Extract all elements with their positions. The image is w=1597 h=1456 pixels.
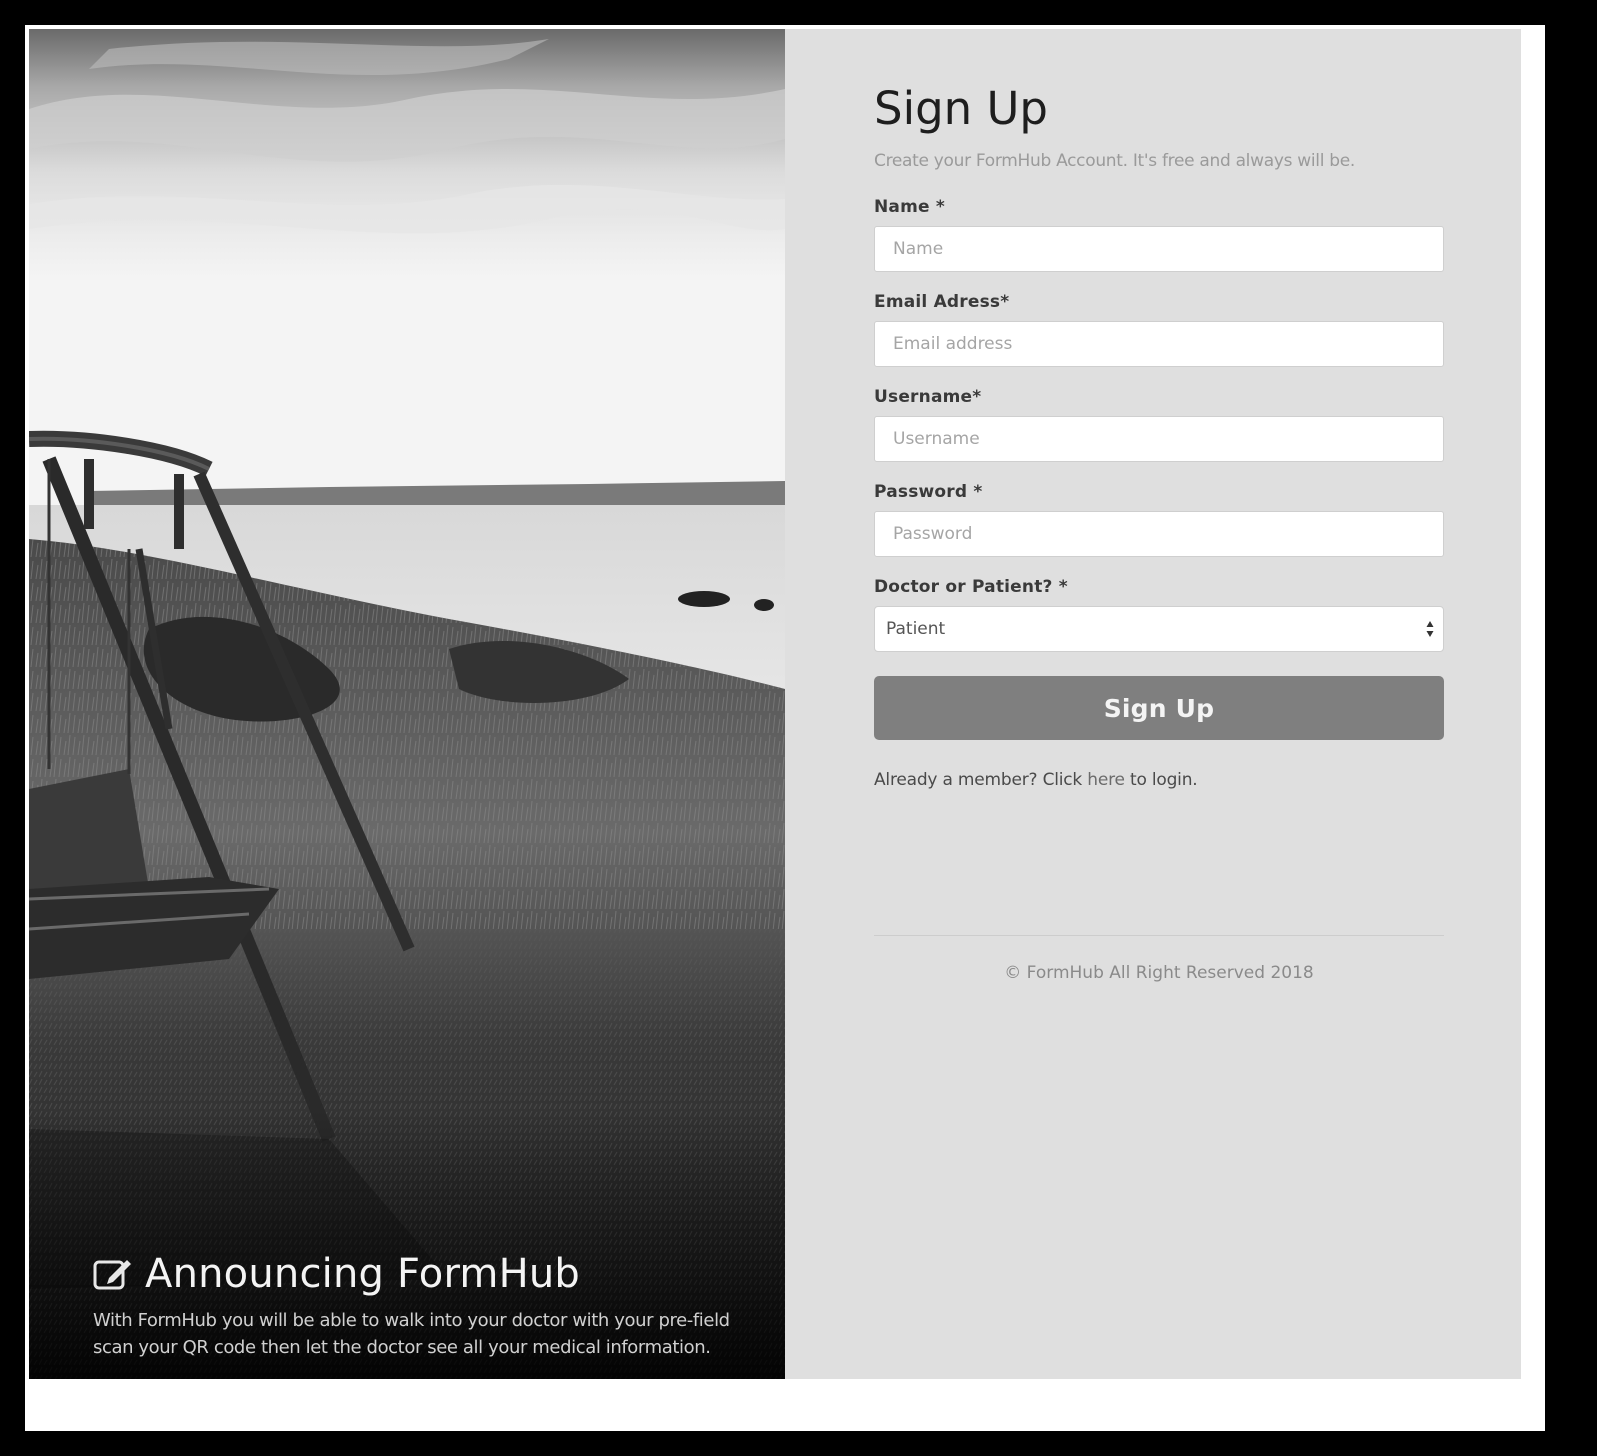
- username-field-group: Username*: [874, 387, 1444, 462]
- login-link[interactable]: here: [1087, 770, 1125, 790]
- name-field-group: Name *: [874, 197, 1444, 272]
- email-input[interactable]: [874, 321, 1444, 367]
- footer-copyright: © FormHub All Right Reserved 2018: [1004, 963, 1314, 983]
- password-field-group: Password *: [874, 482, 1444, 557]
- login-suffix: to login.: [1124, 770, 1198, 790]
- role-select-wrapper: Patient: [874, 606, 1444, 652]
- username-input[interactable]: [874, 416, 1444, 462]
- role-label: Doctor or Patient? *: [874, 577, 1068, 597]
- hero-title-row: Announcing FormHub: [93, 1251, 785, 1297]
- page-title: Sign Up: [874, 82, 1048, 135]
- signup-panel: Sign Up Create your FormHub Account. It'…: [785, 29, 1521, 1379]
- hero-caption: Announcing FormHub With FormHub you will…: [93, 1251, 785, 1361]
- login-prompt: Already a member? Click here to login.: [874, 770, 1444, 790]
- role-select[interactable]: Patient: [874, 606, 1444, 652]
- hero-panel: Announcing FormHub With FormHub you will…: [29, 29, 785, 1379]
- role-field-group: Doctor or Patient? * Patient: [874, 577, 1444, 652]
- signup-page: Announcing FormHub With FormHub you will…: [29, 29, 1521, 1379]
- edit-icon: [93, 1260, 131, 1290]
- footer-divider: [874, 935, 1444, 936]
- username-label: Username*: [874, 387, 982, 407]
- name-label: Name *: [874, 197, 945, 217]
- password-input[interactable]: [874, 511, 1444, 557]
- hero-description-line-1: With FormHub you will be able to walk in…: [93, 1310, 730, 1331]
- password-label: Password *: [874, 482, 983, 502]
- name-input[interactable]: [874, 226, 1444, 272]
- email-field-group: Email Adress*: [874, 292, 1444, 367]
- hero-description-line-2: scan your QR code then let the doctor se…: [93, 1337, 711, 1358]
- login-prefix: Already a member? Click: [874, 770, 1088, 790]
- hero-photo: [29, 29, 785, 1379]
- page-subtitle: Create your FormHub Account. It's free a…: [874, 151, 1355, 171]
- sign-up-button[interactable]: Sign Up: [874, 676, 1444, 740]
- hero-title: Announcing FormHub: [145, 1251, 580, 1297]
- signup-form: Sign Up Create your FormHub Account. It'…: [874, 81, 1444, 790]
- email-label: Email Adress*: [874, 292, 1010, 312]
